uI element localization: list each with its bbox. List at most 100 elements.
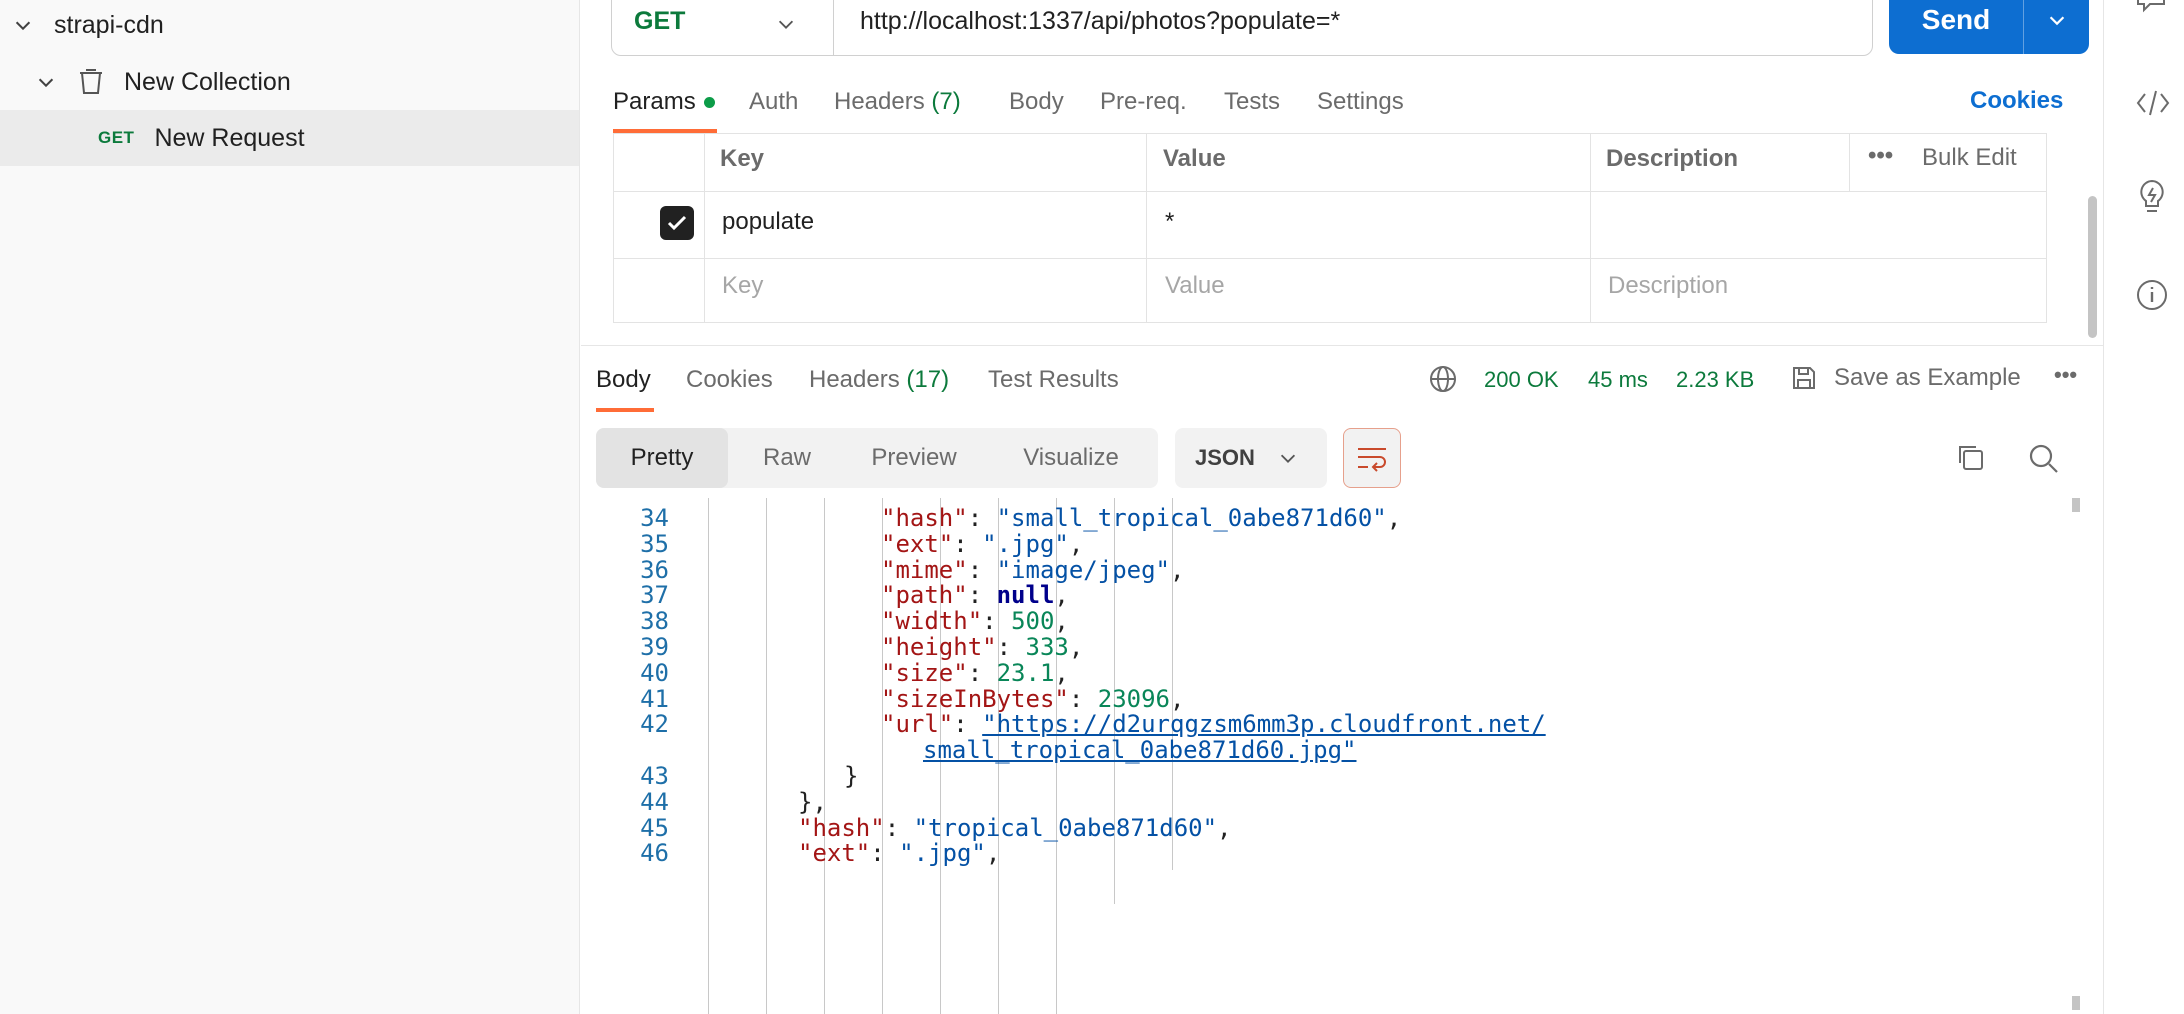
tab-headers[interactable]: Headers (7) — [834, 88, 961, 116]
code-line: "mime": "image/jpeg", — [881, 555, 1185, 584]
collection-icon — [80, 69, 102, 94]
globe-icon[interactable] — [1428, 364, 1458, 394]
params-table: Key Value Description ••• Bulk Edit popu… — [613, 133, 2047, 323]
line-number: 37 — [640, 581, 669, 610]
view-mode-selector: Pretty Raw Preview Visualize — [596, 428, 1158, 488]
line-number: 41 — [640, 684, 669, 713]
response-size[interactable]: 2.23 KB — [1676, 367, 1754, 393]
comments-icon[interactable] — [2135, 0, 2167, 14]
code-line: "hash": "tropical_0abe871d60", — [798, 813, 1232, 842]
code-line: }, — [798, 787, 827, 816]
response-body-code[interactable]: 34 "hash": "small_tropical_0abe871d60", 35… — [581, 498, 2089, 1014]
line-number: 40 — [640, 658, 669, 687]
line-number: 36 — [640, 555, 669, 584]
tab-response-cookies[interactable]: Cookies — [686, 366, 773, 394]
info-icon[interactable] — [2135, 278, 2169, 312]
chevron-down-icon[interactable] — [35, 71, 57, 93]
code-icon[interactable] — [2135, 88, 2171, 118]
method-select[interactable]: GET — [612, 0, 834, 55]
view-raw[interactable]: Raw — [744, 428, 830, 488]
params-scrollbar[interactable] — [2088, 196, 2097, 338]
new-description-input[interactable]: Description — [1608, 272, 1728, 300]
method-label: GET — [634, 6, 686, 35]
tab-prereq[interactable]: Pre-req. — [1100, 88, 1187, 116]
checkmark-icon — [667, 215, 687, 231]
code-line: small_tropical_0abe871d60.jpg" — [923, 736, 1357, 765]
bulk-edit-button[interactable]: Bulk Edit — [1922, 144, 2017, 172]
new-key-input[interactable]: Key — [722, 272, 763, 300]
view-pretty[interactable]: Pretty — [596, 428, 728, 488]
method-badge: GET — [98, 128, 135, 147]
url-bar: GET http://localhost:1337/api/photos?pop… — [611, 0, 1873, 56]
workspace-name: strapi-cdn — [54, 10, 164, 39]
chevron-down-icon — [2049, 16, 2064, 26]
col-description-header: Description — [1606, 145, 1739, 172]
more-options-icon[interactable]: ••• — [1868, 142, 1893, 170]
line-number: 45 — [640, 813, 669, 842]
view-visualize[interactable]: Visualize — [996, 428, 1146, 488]
code-scroll-down[interactable] — [2072, 996, 2080, 1010]
col-key-header: Key — [720, 145, 765, 172]
view-preview[interactable]: Preview — [852, 428, 976, 488]
tab-settings[interactable]: Settings — [1317, 88, 1404, 116]
line-number: 44 — [640, 787, 669, 816]
line-number: 46 — [640, 839, 669, 868]
workspace-row[interactable]: strapi-cdn — [0, 0, 579, 53]
line-number: 43 — [640, 762, 669, 790]
code-line: "path": null, — [881, 581, 1069, 610]
param-key[interactable]: populate — [722, 208, 814, 236]
tab-response-body[interactable]: Body — [596, 366, 651, 394]
tab-tests[interactable]: Tests — [1224, 88, 1280, 116]
lightbulb-icon[interactable] — [2135, 178, 2169, 216]
response-tab-underline — [596, 408, 654, 412]
url-input[interactable]: http://localhost:1337/api/photos?populat… — [834, 7, 1340, 36]
cookies-link[interactable]: Cookies — [1970, 87, 2063, 115]
format-select[interactable]: JSON — [1175, 428, 1327, 488]
search-icon[interactable] — [2027, 442, 2061, 476]
collection-name: New Collection — [124, 67, 291, 96]
code-line: "ext": ".jpg", — [798, 839, 1001, 868]
send-button-group: Send — [1889, 0, 2089, 54]
line-number: 42 — [640, 710, 669, 739]
wrap-lines-button[interactable] — [1343, 428, 1401, 488]
save-as-example-label: Save as Example — [1834, 364, 2021, 391]
tab-auth[interactable]: Auth — [749, 88, 798, 116]
line-number: 39 — [640, 633, 669, 661]
code-line: "size": 23.1, — [881, 658, 1069, 687]
pane-divider[interactable] — [581, 345, 2103, 346]
wrap-lines-icon — [1358, 448, 1386, 472]
chevron-down-icon — [1280, 454, 1295, 463]
format-label: JSON — [1195, 445, 1255, 470]
request-name: New Request — [154, 123, 305, 152]
save-icon — [1793, 367, 1815, 389]
response-more-icon[interactable]: ••• — [2054, 362, 2077, 388]
code-line: "url": "https://d2urqgzsm6mm3p.cloudfron… — [881, 710, 1546, 739]
line-number: 34 — [640, 504, 669, 532]
new-value-input[interactable]: Value — [1165, 272, 1225, 300]
collection-row[interactable]: New Collection — [0, 54, 579, 110]
response-time[interactable]: 45 ms — [1588, 367, 1648, 393]
code-line: } — [844, 762, 859, 790]
col-value-header: Value — [1163, 145, 1226, 172]
code-line: "height": 333, — [881, 633, 1084, 661]
send-options-button[interactable] — [2024, 9, 2089, 31]
save-as-example-button[interactable]: Save as Example — [1790, 364, 2021, 392]
tab-test-results[interactable]: Test Results — [988, 366, 1119, 394]
param-enabled-checkbox[interactable] — [660, 206, 694, 240]
status-code[interactable]: 200 OK — [1484, 367, 1559, 393]
param-value[interactable]: * — [1165, 208, 1174, 236]
tab-params[interactable]: Params — [613, 88, 715, 116]
tab-response-headers[interactable]: Headers (17) — [809, 366, 949, 394]
sidebar: strapi-cdn New Collection GET New Reques… — [0, 0, 580, 1014]
code-line: "ext": ".jpg", — [881, 529, 1084, 558]
request-row[interactable]: GET New Request — [0, 110, 579, 166]
right-rail — [2103, 0, 2184, 1014]
code-scroll-up[interactable] — [2072, 498, 2080, 512]
code-line: "width": 500, — [881, 607, 1069, 636]
tab-body[interactable]: Body — [1009, 88, 1064, 116]
chevron-down-icon[interactable] — [12, 14, 34, 36]
copy-icon[interactable] — [1955, 442, 1987, 474]
code-line: "sizeInBytes": 23096, — [881, 684, 1185, 713]
send-button[interactable]: Send — [1889, 4, 2023, 36]
code-line: "hash": "small_tropical_0abe871d60", — [881, 504, 1402, 532]
